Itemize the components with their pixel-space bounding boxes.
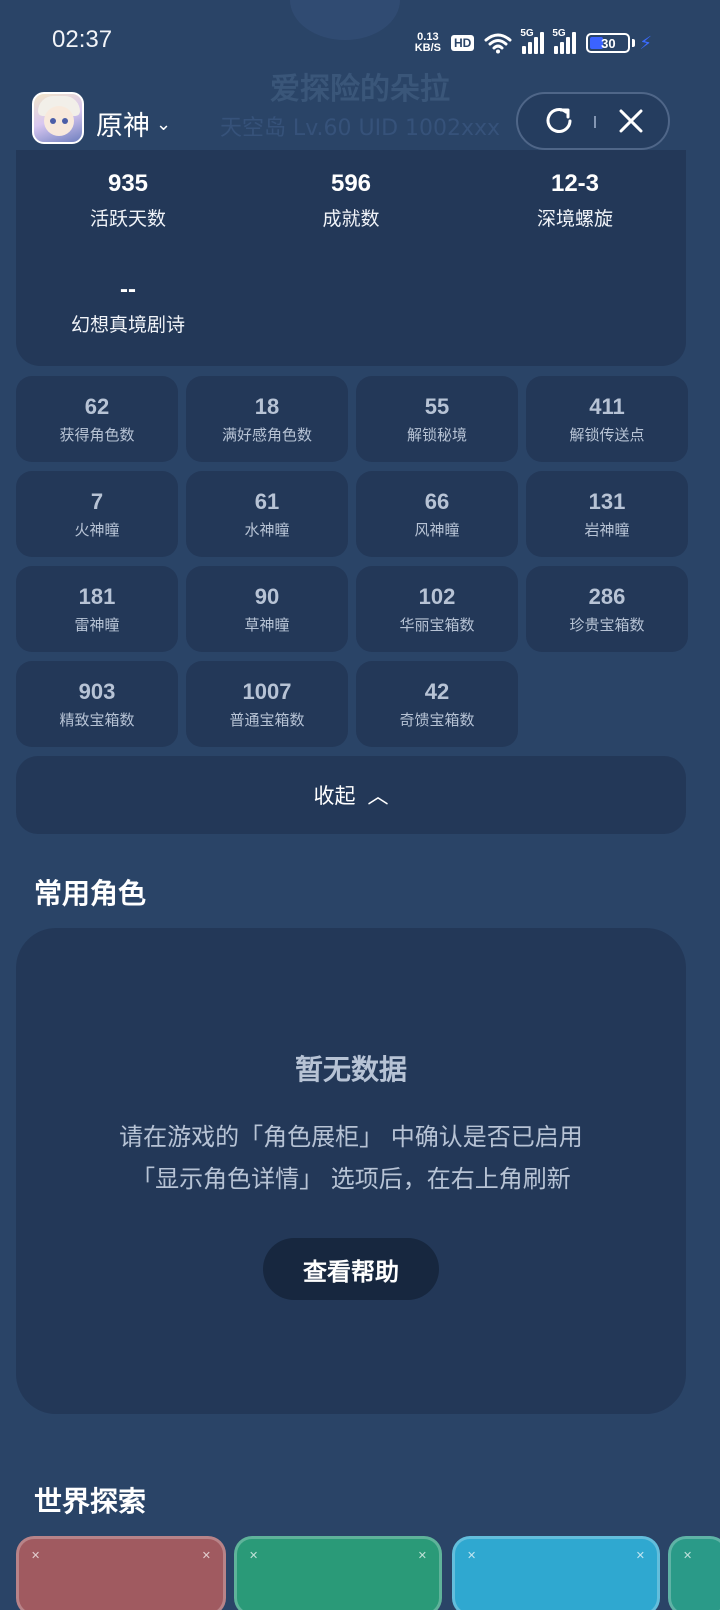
status-time: 02:37 xyxy=(52,26,113,53)
stat-imaginarium-theater: -- 幻想真境剧诗 xyxy=(70,276,185,336)
characters-empty-card: 暂无数据 请在游戏的「角色展柜」 中确认是否已启用 「显示角色详情」 选项后，在… xyxy=(16,928,686,1414)
chevron-down-icon: ⌄ xyxy=(156,114,172,135)
game-switcher[interactable]: 原神 ⌄ xyxy=(96,104,171,143)
game-title: 原神 xyxy=(96,111,150,142)
stat-cell: 131 岩神瞳 xyxy=(526,471,688,557)
stat-cell: 55 解锁秘境 xyxy=(356,376,518,462)
view-help-button[interactable]: 查看帮助 xyxy=(263,1238,439,1300)
stat-spiral-abyss: 12-3 深境螺旋 xyxy=(536,170,613,230)
stat-cell: 62 获得角色数 xyxy=(16,376,178,462)
stat-cell: 903 精致宝箱数 xyxy=(16,661,178,747)
stat-cell: 18 满好感角色数 xyxy=(186,376,348,462)
stat-cell: 411 解锁传送点 xyxy=(526,376,688,462)
stat-active-days: 935 活跃天数 xyxy=(89,170,166,230)
status-bar: 02:37 0.13 KB/S HD 5G 5G 30 ⚡ xyxy=(0,0,720,86)
collapse-label: 收起 xyxy=(313,784,356,808)
battery-icon: 30 xyxy=(586,33,631,53)
cellular-signal-icon: 5G xyxy=(552,28,577,54)
stat-cell: 102 华丽宝箱数 xyxy=(356,566,518,652)
wifi-icon xyxy=(484,33,512,54)
exploration-cards: ✕ ✕ ✕ ✕ ✕ ✕ ✕ xyxy=(16,1536,720,1610)
stat-cell: 61 水神瞳 xyxy=(186,471,348,557)
stat-cell: 7 火神瞳 xyxy=(16,471,178,557)
battery-cap xyxy=(632,39,636,47)
stat-cell: 66 风神瞳 xyxy=(356,471,518,557)
network-speed: 0.13 KB/S xyxy=(414,31,442,54)
app-icon[interactable] xyxy=(32,92,84,144)
stat-cell: 286 珍贵宝箱数 xyxy=(526,566,688,652)
stat-cell: 181 雷神瞳 xyxy=(16,566,178,652)
summary-stats-card: 935 活跃天数 596 成就数 12-3 深境螺旋 -- 幻想真境剧诗 xyxy=(16,150,686,366)
chevron-up-icon: ︿ xyxy=(367,784,389,808)
close-icon xyxy=(619,109,643,133)
stat-cell: 42 奇馈宝箱数 xyxy=(356,661,518,747)
close-button[interactable] xyxy=(596,94,666,148)
refresh-icon xyxy=(546,108,572,133)
cellular-signal-icon: 5G xyxy=(520,28,545,54)
empty-description: 请在游戏的「角色展柜」 中确认是否已启用 「显示角色详情」 选项后，在右上角刷新 xyxy=(119,1123,583,1193)
section-title-exploration: 世界探索 xyxy=(34,1485,147,1518)
exploration-card[interactable]: ✕ ✕ xyxy=(452,1536,660,1610)
exploration-card[interactable]: ✕ ✕ xyxy=(16,1536,226,1610)
section-title-characters: 常用角色 xyxy=(34,877,147,910)
refresh-button[interactable] xyxy=(524,94,594,148)
hd-icon: HD xyxy=(451,35,475,51)
collapse-button[interactable]: 收起 ︿ xyxy=(16,756,686,834)
capsule-menu xyxy=(516,92,670,150)
stat-cell: 90 草神瞳 xyxy=(186,566,348,652)
exploration-card[interactable]: ✕ ✕ xyxy=(234,1536,442,1610)
empty-title: 暂无数据 xyxy=(294,1053,407,1086)
charging-icon: ⚡ xyxy=(639,32,652,54)
exploration-card[interactable]: ✕ xyxy=(668,1536,720,1610)
stat-cell: 1007 普通宝箱数 xyxy=(186,661,348,747)
stat-achievements: 596 成就数 xyxy=(322,170,380,230)
app-page: 爱探险的朵拉 天空岛 Lv.60 UID 1002xxx 02:37 0.13 … xyxy=(0,0,720,1610)
status-indicators: 0.13 KB/S HD 5G 5G 30 ⚡ xyxy=(415,28,652,58)
